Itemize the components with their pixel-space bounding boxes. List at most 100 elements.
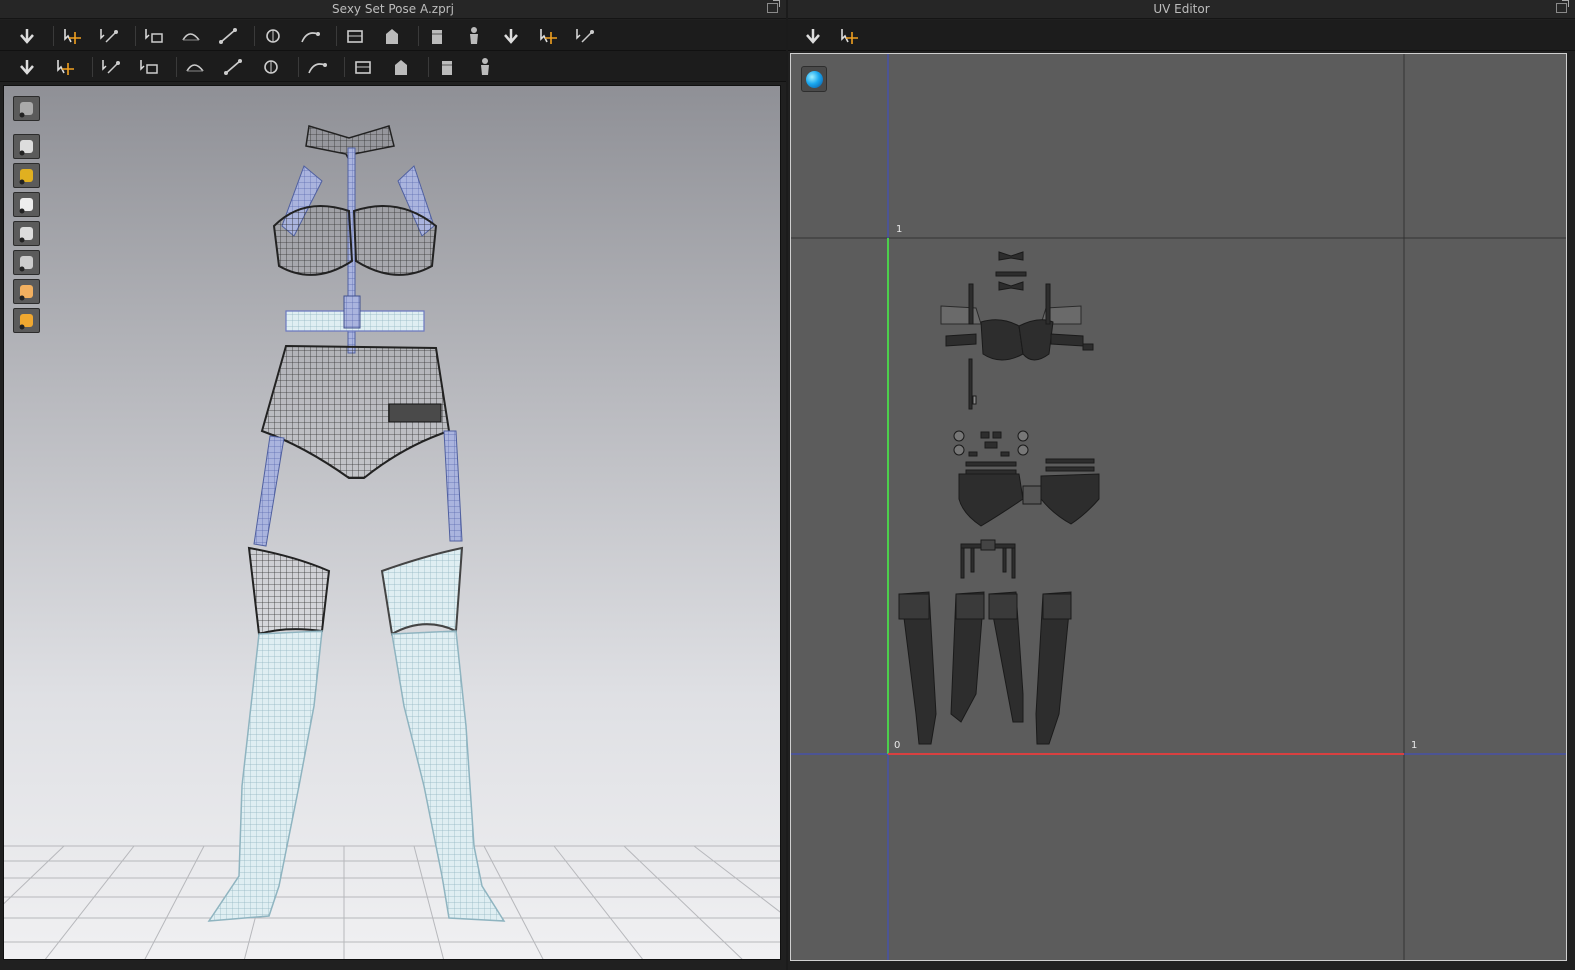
uv-islands[interactable] <box>898 251 1100 745</box>
seamline-button[interactable] <box>98 55 124 79</box>
toolbar-separator <box>428 57 429 77</box>
sewing-tool-button[interactable] <box>14 55 40 79</box>
uv-canvas[interactable]: 1 0 1 <box>790 53 1567 961</box>
edit-curve-icon <box>100 29 118 43</box>
toolbar-separator <box>135 26 136 46</box>
uv-editor-titlebar: UV Editor <box>788 0 1575 19</box>
pin-icon <box>432 30 442 44</box>
points-button[interactable] <box>13 163 40 188</box>
toolbar-separator <box>336 26 337 46</box>
fold-icon <box>182 33 200 41</box>
multi-sewing-button[interactable] <box>52 55 78 79</box>
uv-grid <box>791 54 1566 960</box>
fold-line-button[interactable] <box>434 55 460 79</box>
move-down-icon <box>20 29 34 44</box>
tack-button[interactable] <box>342 24 368 48</box>
uv-label-origin: 0 <box>894 740 901 751</box>
stocking-top-right[interactable] <box>380 546 464 636</box>
toolbar-separator <box>254 26 255 46</box>
render-button[interactable] <box>13 96 40 121</box>
gizmo-button[interactable] <box>182 55 208 79</box>
garter-right[interactable] <box>443 430 463 542</box>
skin-button[interactable] <box>13 279 40 304</box>
garter-left[interactable] <box>253 435 285 547</box>
free-sewing-button[interactable] <box>136 55 162 79</box>
3d-toolbar-secondary <box>0 51 786 82</box>
uv-label-v1: 1 <box>896 224 903 235</box>
sewing-tool-icon <box>20 60 34 75</box>
avatar-visibility-button[interactable] <box>13 134 40 159</box>
skin-icon <box>19 285 33 301</box>
multi-sewing-icon <box>57 60 74 75</box>
zipper-button[interactable] <box>350 55 376 79</box>
avatar-arrange-button[interactable] <box>572 24 598 48</box>
bra-cup-left[interactable] <box>272 205 354 276</box>
texture-mode-button[interactable] <box>13 221 40 246</box>
button-button[interactable] <box>220 55 246 79</box>
move-down-button[interactable] <box>14 24 40 48</box>
lock-icon <box>308 63 327 74</box>
bezier-icon <box>301 32 320 43</box>
toolbar-separator <box>176 57 177 77</box>
tack-on-avatar-icon <box>386 29 398 44</box>
3d-window-titlebar: Sexy Set Pose A.zprj <box>0 0 786 19</box>
measure-button[interactable] <box>472 55 498 79</box>
lock-button[interactable] <box>304 55 330 79</box>
popout-icon[interactable] <box>767 0 780 13</box>
fold-line-icon <box>442 61 452 75</box>
uv-editor-window: UV Editor 1 0 1 <box>788 0 1575 970</box>
texture-mode-icon <box>19 227 33 243</box>
buttonhole-icon <box>264 60 278 74</box>
pin-button[interactable] <box>424 24 450 48</box>
uv-display-button[interactable] <box>801 66 827 92</box>
joint-button[interactable] <box>13 192 40 217</box>
fold-button[interactable] <box>178 24 204 48</box>
uv-toolbar <box>788 20 1575 51</box>
shaded-button[interactable] <box>13 250 40 275</box>
capture-all-icon <box>841 29 858 44</box>
avatar-pose-button[interactable] <box>535 24 561 48</box>
reset-pattern-icon <box>145 29 163 43</box>
avatar-arrange-icon <box>576 29 594 43</box>
harness-buckle[interactable] <box>343 295 361 329</box>
unfold-button[interactable] <box>215 24 241 48</box>
segment-line-button[interactable] <box>260 24 286 48</box>
3d-window: Sexy Set Pose A.zprj <box>0 0 786 970</box>
avatar-color-button[interactable] <box>13 308 40 333</box>
app-window: Sexy Set Pose A.zprj UV Editor 1 0 1 <box>0 0 1575 970</box>
popout-icon[interactable] <box>1556 0 1569 13</box>
segment-line-icon <box>266 29 280 43</box>
points-icon <box>19 169 33 185</box>
avatar-visibility-icon <box>19 140 33 156</box>
3d-viewport[interactable] <box>3 85 781 960</box>
reset-pattern-button[interactable] <box>141 24 167 48</box>
transform-select-button[interactable] <box>59 24 85 48</box>
stitch-button[interactable] <box>388 55 414 79</box>
buttonhole-button[interactable] <box>258 55 284 79</box>
stitch-icon <box>395 60 407 75</box>
bra-cup-right[interactable] <box>352 205 438 276</box>
joint-icon <box>19 198 33 214</box>
3d-scene <box>4 125 780 959</box>
stocking-top-left[interactable] <box>247 546 331 636</box>
free-sewing-icon <box>140 60 158 74</box>
fold-arrange-icon <box>504 29 518 44</box>
edit-curve-button[interactable] <box>96 24 122 48</box>
toolbar-separator <box>53 26 54 46</box>
unfold-icon <box>219 28 237 44</box>
toolbar-separator <box>418 26 419 46</box>
toolbar-separator <box>298 57 299 77</box>
3d-toolbar-primary <box>0 20 786 51</box>
button-icon <box>224 59 242 75</box>
floor-grid <box>4 845 780 959</box>
capture-image-button[interactable] <box>800 24 826 48</box>
capture-all-button[interactable] <box>836 24 862 48</box>
gizmo-icon <box>186 64 204 72</box>
fold-arrange-button[interactable] <box>498 24 524 48</box>
symmetry-button[interactable] <box>461 24 487 48</box>
shorts-pocket[interactable] <box>388 403 442 423</box>
capture-image-icon <box>806 29 820 44</box>
tack-on-avatar-button[interactable] <box>379 24 405 48</box>
bezier-button[interactable] <box>297 24 323 48</box>
avatar-color-icon <box>19 314 33 330</box>
